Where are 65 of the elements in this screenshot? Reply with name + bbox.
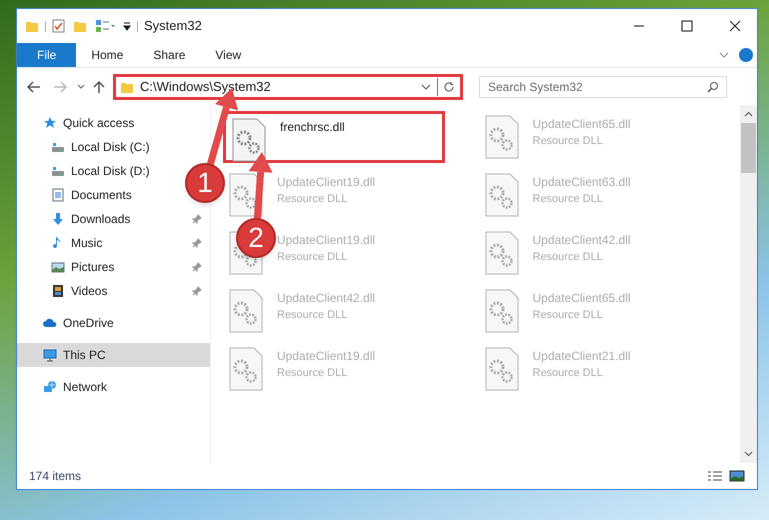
large-icons-view-icon[interactable] — [729, 470, 745, 482]
nav-item[interactable]: Local Disk (C:) — [51, 138, 150, 156]
hard-drive-icon — [51, 164, 65, 178]
nav-item[interactable]: This PC — [43, 346, 106, 364]
file-type: Resource DLL — [277, 366, 348, 381]
film-icon — [51, 284, 65, 298]
nav-item[interactable]: Videos — [51, 282, 108, 300]
nav-item[interactable]: Pictures — [51, 258, 114, 276]
scrollbar[interactable] — [740, 105, 757, 463]
ribbon-tab[interactable]: Share — [138, 43, 200, 67]
star-icon — [43, 116, 57, 130]
item-count: 174 items — [29, 468, 82, 485]
address-path: C:\Windows\System32 — [140, 78, 272, 96]
file-type: Resource DLL — [277, 192, 348, 207]
chevron-down-icon[interactable] — [719, 51, 729, 59]
nav-item[interactable]: OneDrive — [43, 314, 114, 332]
nav-item[interactable]: Local Disk (D:) — [51, 162, 150, 180]
file-type: Resource DLL — [532, 308, 604, 323]
properties-icon[interactable] — [95, 19, 117, 33]
hard-drive-icon — [51, 140, 65, 154]
nav-item[interactable]: Quick access — [43, 114, 134, 132]
pin-icon[interactable] — [192, 214, 202, 224]
search-icon — [707, 80, 719, 92]
checkmark-document-icon[interactable] — [52, 19, 65, 33]
file-type: Resource DLL — [532, 192, 604, 207]
file-type: Resource DLL — [532, 366, 604, 381]
refresh-icon[interactable] — [443, 80, 455, 92]
file-type: Resource DLL — [277, 308, 348, 323]
search-field[interactable]: Search System32 — [479, 76, 727, 98]
pin-icon[interactable] — [192, 286, 202, 296]
file-type: Resource DLL — [532, 250, 604, 265]
nav-item[interactable]: Downloads — [51, 210, 130, 228]
back-icon[interactable] — [27, 80, 41, 92]
ribbon-tab[interactable]: File — [17, 43, 76, 67]
close-icon[interactable] — [729, 20, 741, 32]
cloud-icon — [43, 316, 57, 330]
maximize-icon[interactable] — [681, 20, 693, 32]
ribbon-tab[interactable]: Home — [76, 43, 138, 67]
network-icon — [43, 380, 57, 394]
up-arrow-icon[interactable] — [93, 80, 105, 94]
picture-icon — [51, 260, 65, 274]
scrollbar-thumb[interactable] — [741, 123, 756, 173]
document-icon — [51, 188, 65, 202]
scroll-up-icon[interactable] — [744, 111, 753, 117]
nav-item[interactable]: Network — [43, 378, 108, 396]
gear-file-icon[interactable] — [232, 118, 266, 162]
nav-item[interactable]: Music — [51, 234, 102, 252]
dropdown-icon[interactable] — [123, 21, 131, 31]
scroll-down-icon[interactable] — [744, 451, 753, 457]
download-arrow-icon — [51, 212, 65, 226]
file-name[interactable]: frenchrsc.dll — [280, 118, 345, 136]
details-view-icon[interactable] — [707, 470, 723, 482]
pin-icon[interactable] — [192, 262, 202, 272]
file-type: Resource DLL — [532, 134, 604, 149]
pin-icon[interactable] — [192, 238, 202, 248]
window-title: System32 — [144, 17, 202, 36]
nav-item[interactable]: Documents — [51, 186, 132, 204]
file-type: Resource DLL — [277, 250, 348, 265]
help-icon[interactable] — [739, 48, 753, 62]
recent-locations-icon[interactable] — [77, 84, 85, 90]
ribbon-tab[interactable]: View — [200, 43, 256, 67]
chevron-down-icon[interactable] — [421, 82, 431, 90]
monitor-icon — [43, 348, 57, 362]
folder-icon — [25, 19, 39, 33]
address-bar[interactable]: C:\Windows\System32 — [113, 74, 463, 100]
